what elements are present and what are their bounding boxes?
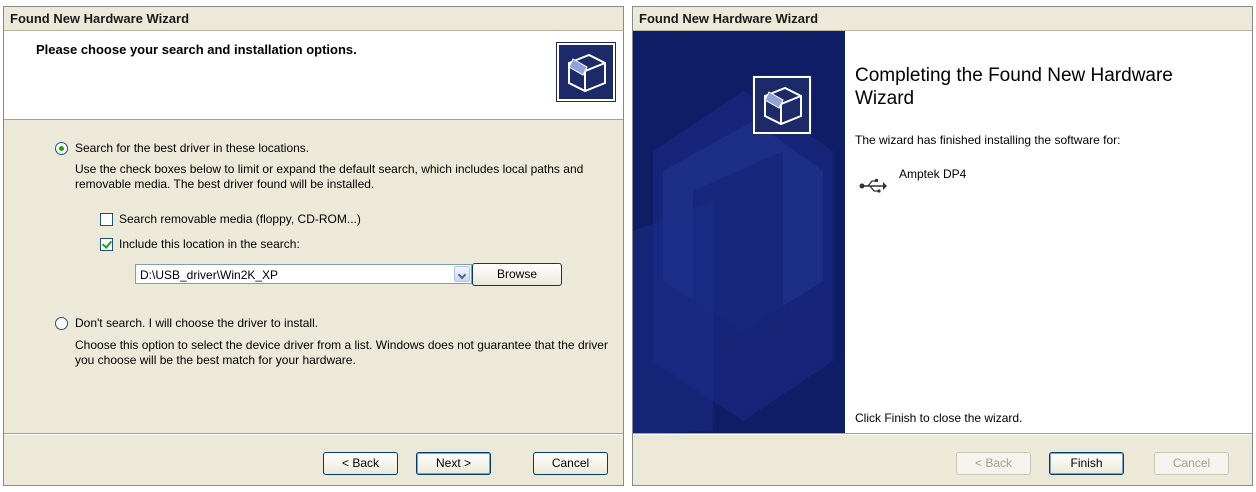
footer-divider xyxy=(4,433,623,435)
header-title: Please choose your search and installati… xyxy=(36,42,357,57)
cancel-button[interactable]: Cancel xyxy=(533,452,608,475)
completion-heading: Completing the Found New Hardware Wizard xyxy=(855,65,1173,109)
browse-button[interactable]: Browse xyxy=(472,263,562,286)
dialog-title: Found New Hardware Wizard xyxy=(633,7,1252,31)
hardware-wizard-icon xyxy=(752,75,812,135)
search-best-driver-label: Search for the best driver in these loca… xyxy=(75,141,310,155)
hardware-wizard-icon xyxy=(556,42,616,102)
dialog-title: Found New Hardware Wizard xyxy=(4,7,623,31)
include-location-label: Include this location in the search: xyxy=(119,237,300,251)
back-button[interactable]: < Back xyxy=(956,452,1031,475)
include-location-checkbox[interactable] xyxy=(100,238,113,251)
location-path-value: D:\USB_driver\Win2K_XP xyxy=(140,268,279,282)
dont-search-description: Choose this option to select the device … xyxy=(75,338,608,367)
wizard-body: Search for the best driver in these loca… xyxy=(4,120,623,420)
completion-intro: The wizard has finished installing the s… xyxy=(855,133,1121,147)
dont-search-label: Don't search. I will choose the driver t… xyxy=(75,316,319,330)
search-removable-media-checkbox[interactable] xyxy=(100,213,113,226)
wizard-dialog-complete: Found New Hardware Wizard Completing the… xyxy=(632,6,1253,486)
dropdown-arrow-icon[interactable] xyxy=(454,266,470,282)
search-best-driver-description: Use the check boxes below to limit or ex… xyxy=(75,162,584,191)
close-hint: Click Finish to close the wizard. xyxy=(855,411,1023,425)
footer-divider xyxy=(633,433,1252,435)
location-path-combobox[interactable]: D:\USB_driver\Win2K_XP xyxy=(135,264,472,284)
wizard-side-banner xyxy=(633,31,845,434)
usb-icon xyxy=(859,179,887,193)
wizard-dialog-options: Found New Hardware Wizard Please choose … xyxy=(3,6,624,486)
completion-pane: Completing the Found New Hardware Wizard… xyxy=(845,31,1252,434)
device-name: Amptek DP4 xyxy=(899,167,967,181)
next-button[interactable]: Next > xyxy=(416,452,491,475)
dont-search-radio[interactable] xyxy=(55,317,68,330)
back-button[interactable]: < Back xyxy=(323,452,398,475)
search-removable-media-label: Search removable media (floppy, CD-ROM..… xyxy=(119,212,361,226)
finish-button[interactable]: Finish xyxy=(1049,452,1124,475)
wizard-header: Please choose your search and installati… xyxy=(4,31,623,120)
cancel-button[interactable]: Cancel xyxy=(1154,452,1229,475)
search-best-driver-radio[interactable] xyxy=(55,142,68,155)
